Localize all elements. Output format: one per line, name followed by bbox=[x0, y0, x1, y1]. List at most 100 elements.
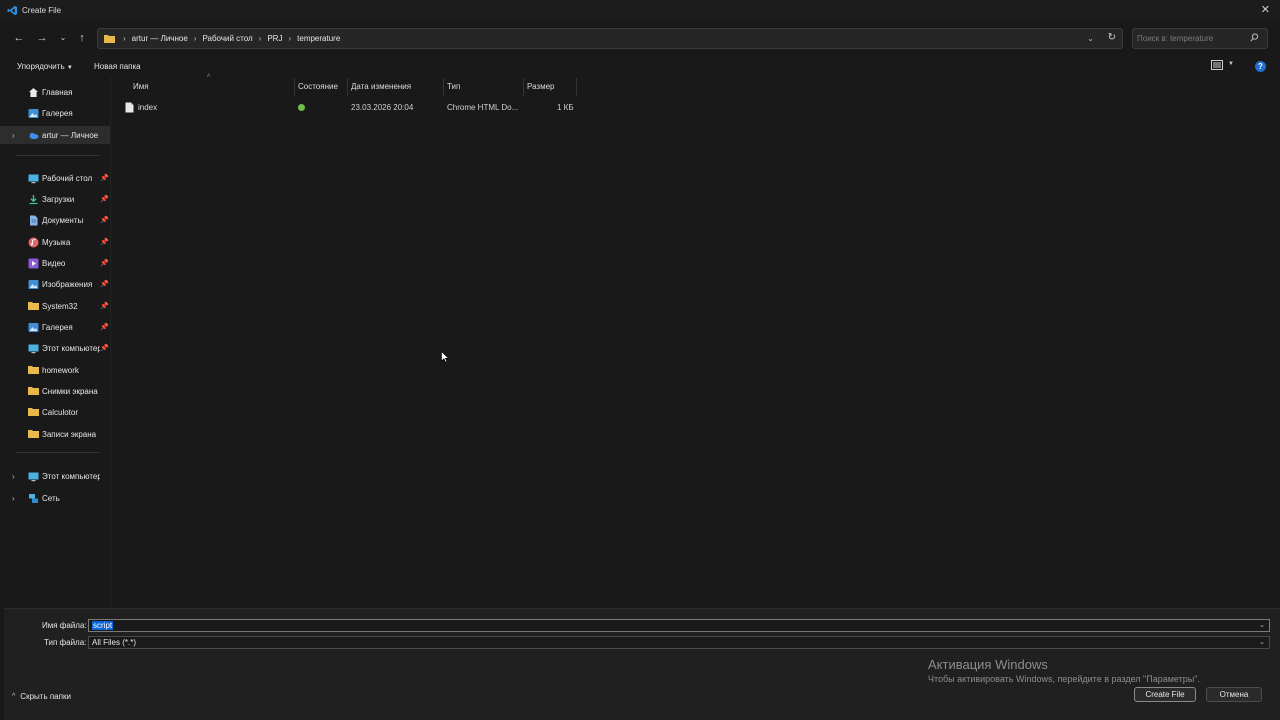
pin-icon[interactable]: 📌 bbox=[100, 238, 109, 246]
breadcrumb-item[interactable]: Рабочий стол bbox=[202, 34, 252, 43]
table-row[interactable]: index 23.03.2026 20:04 Chrome HTML Do...… bbox=[111, 100, 581, 116]
pin-icon[interactable]: 📌 bbox=[100, 195, 109, 203]
column-divider[interactable] bbox=[576, 78, 577, 96]
sidebar-item-downloads[interactable]: Загрузки 📌 bbox=[0, 190, 110, 208]
window-title: Create File bbox=[22, 5, 62, 15]
back-icon[interactable]: ← bbox=[12, 32, 26, 44]
refresh-icon[interactable]: ↻ bbox=[1108, 32, 1116, 43]
search-icon[interactable] bbox=[1250, 33, 1259, 44]
up-icon[interactable]: ↑ bbox=[75, 32, 89, 44]
address-row: ← → ⌄ ↑ › artur — Личное › Рабочий стол … bbox=[0, 24, 1280, 54]
chevron-down-icon[interactable]: ⌄ bbox=[1087, 34, 1094, 43]
column-divider[interactable] bbox=[347, 78, 348, 96]
sidebar-item-music[interactable]: Музыка 📌 bbox=[0, 233, 110, 251]
view-options-icon[interactable] bbox=[1211, 60, 1223, 72]
desktop-icon bbox=[28, 173, 39, 184]
breadcrumb-item[interactable]: artur — Личное bbox=[132, 34, 188, 43]
column-header-size[interactable]: Размер bbox=[527, 76, 555, 96]
caret-down-icon[interactable]: ▼ bbox=[1228, 61, 1234, 67]
chevron-right-icon[interactable]: › bbox=[12, 494, 15, 503]
pin-icon[interactable]: 📌 bbox=[100, 174, 109, 182]
sidebar-item-home[interactable]: Главная bbox=[0, 83, 110, 101]
network-icon bbox=[28, 493, 39, 504]
file-name: index bbox=[138, 103, 158, 112]
create-file-button[interactable]: Create File bbox=[1134, 687, 1196, 702]
chevron-down-icon[interactable]: ⌄ bbox=[1259, 621, 1265, 629]
pin-icon[interactable]: 📌 bbox=[100, 259, 109, 267]
sidebar-item-label: Снимки экрана bbox=[42, 386, 98, 396]
filetype-value: All Files (*.*) bbox=[92, 638, 137, 647]
sidebar-item-pictures[interactable]: Изображения 📌 bbox=[0, 275, 110, 293]
sidebar-item-label: System32 bbox=[42, 301, 78, 311]
chevron-right-icon[interactable]: › bbox=[12, 472, 15, 481]
column-divider[interactable] bbox=[443, 78, 444, 96]
column-header-modified[interactable]: Дата изменения bbox=[351, 76, 411, 96]
sidebar-item-onedrive[interactable]: › artur — Личное bbox=[0, 126, 110, 144]
filetype-select[interactable]: All Files (*.*) ⌄ bbox=[88, 636, 1270, 649]
sidebar-item-screenshots[interactable]: Снимки экрана bbox=[0, 382, 110, 400]
filename-value[interactable]: script bbox=[92, 621, 114, 630]
chevron-down-icon[interactable]: ⌄ bbox=[1259, 638, 1265, 646]
sidebar-item-documents[interactable]: Документы 📌 bbox=[0, 211, 110, 229]
chevron-right-icon: › bbox=[288, 34, 292, 43]
sidebar-item-video[interactable]: Видео 📌 bbox=[0, 254, 110, 272]
filename-input[interactable]: script ⌄ bbox=[88, 619, 1270, 632]
pin-icon[interactable]: 📌 bbox=[100, 216, 109, 224]
sidebar-item-system32[interactable]: System32 📌 bbox=[0, 297, 110, 315]
cancel-button[interactable]: Отмена bbox=[1206, 687, 1262, 702]
filename-label: Имя файла: bbox=[42, 621, 87, 630]
toolbar: Упорядочить ▼ Новая папка ▼ ? bbox=[0, 58, 1280, 76]
help-icon[interactable]: ? bbox=[1255, 61, 1266, 72]
organize-button[interactable]: Упорядочить ▼ bbox=[17, 62, 73, 71]
column-header-name[interactable]: Имя bbox=[133, 76, 149, 96]
sidebar-item-label: homework bbox=[42, 365, 79, 375]
sidebar-item-network[interactable]: › Сеть bbox=[0, 489, 110, 507]
sidebar-item-this-pc-pinned[interactable]: Этот компьютер 📌 bbox=[0, 339, 110, 357]
pin-icon[interactable]: 📌 bbox=[100, 323, 109, 331]
search-input[interactable] bbox=[1137, 32, 1247, 45]
new-folder-button[interactable]: Новая папка bbox=[94, 62, 141, 71]
breadcrumb-item[interactable]: temperature bbox=[297, 34, 340, 43]
sidebar-item-desktop[interactable]: Рабочий стол 📌 bbox=[0, 169, 110, 187]
home-icon bbox=[28, 87, 39, 98]
column-divider[interactable] bbox=[294, 78, 295, 96]
search-box[interactable] bbox=[1132, 28, 1268, 49]
sidebar-item-label: Calculotor bbox=[42, 407, 79, 417]
breadcrumb-item[interactable]: PRJ bbox=[267, 34, 282, 43]
column-header-type[interactable]: Тип bbox=[447, 76, 460, 96]
divider bbox=[16, 452, 100, 453]
recent-chevron-icon[interactable]: ⌄ bbox=[56, 33, 70, 42]
sidebar-item-label: Сеть bbox=[42, 493, 60, 503]
close-icon[interactable]: ✕ bbox=[1261, 3, 1270, 16]
chevron-right-icon[interactable]: › bbox=[12, 131, 15, 140]
file-type: Chrome HTML Do... bbox=[447, 103, 519, 112]
sidebar-item-screen-recordings[interactable]: Записи экрана bbox=[0, 425, 110, 443]
download-icon bbox=[28, 194, 39, 205]
activation-watermark-text: Чтобы активировать Windows, перейдите в … bbox=[928, 674, 1200, 684]
sidebar-item-label: Галерея bbox=[42, 108, 73, 118]
sidebar-item-label: Рабочий стол bbox=[42, 173, 93, 183]
pin-icon[interactable]: 📌 bbox=[100, 302, 109, 310]
sidebar-item-gallery[interactable]: Галерея bbox=[0, 104, 110, 122]
sidebar-item-gallery-pinned[interactable]: Галерея 📌 bbox=[0, 318, 110, 336]
sidebar-item-label: artur — Личное bbox=[42, 130, 99, 140]
forward-icon[interactable]: → bbox=[35, 32, 49, 44]
sidebar-item-this-pc[interactable]: › Этот компьютер bbox=[0, 467, 110, 485]
sort-ascending-icon: ^ bbox=[207, 74, 211, 81]
pin-icon[interactable]: 📌 bbox=[100, 280, 109, 288]
documents-icon bbox=[28, 215, 39, 226]
chevron-right-icon: › bbox=[193, 34, 197, 43]
sidebar-item-calculotor[interactable]: Calculotor bbox=[0, 403, 110, 421]
hide-folders-toggle[interactable]: ^ Скрыть папки bbox=[12, 692, 71, 701]
music-icon bbox=[28, 237, 39, 248]
column-divider[interactable] bbox=[523, 78, 524, 96]
pictures-icon bbox=[28, 279, 39, 290]
html-file-icon bbox=[125, 102, 134, 115]
onedrive-icon bbox=[28, 130, 39, 141]
folder-icon bbox=[28, 301, 39, 312]
pin-icon[interactable]: 📌 bbox=[100, 344, 109, 352]
sidebar-item-label: Записи экрана bbox=[42, 429, 97, 439]
column-header-status[interactable]: Состояние bbox=[298, 76, 338, 96]
sidebar-item-homework[interactable]: homework bbox=[0, 361, 110, 379]
address-bar[interactable]: › artur — Личное › Рабочий стол › PRJ › … bbox=[97, 28, 1123, 49]
